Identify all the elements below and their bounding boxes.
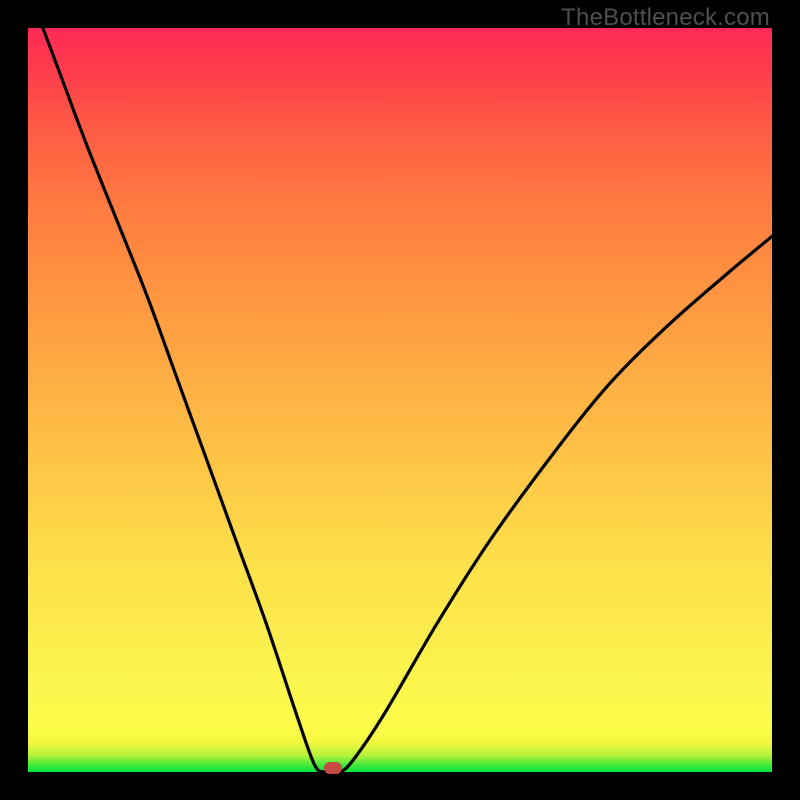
chart-frame: TheBottleneck.com xyxy=(0,0,800,800)
plot-area xyxy=(28,28,772,772)
bottleneck-curve xyxy=(28,28,772,772)
optimal-point-marker xyxy=(324,762,342,774)
